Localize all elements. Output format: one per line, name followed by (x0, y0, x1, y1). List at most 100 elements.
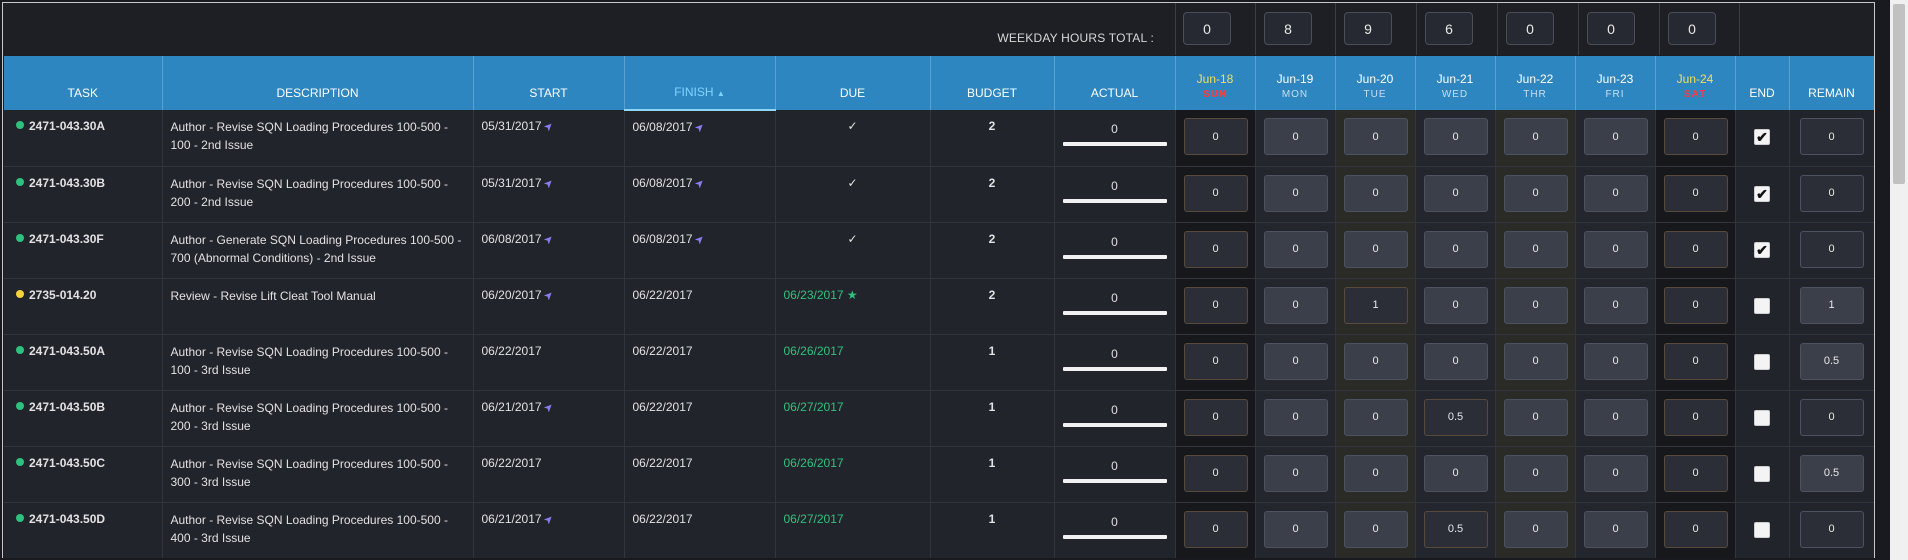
hours-input[interactable]: 0 (1503, 398, 1568, 436)
hours-input[interactable]: 0 (1663, 510, 1728, 548)
remain-input[interactable]: 0 (1799, 118, 1864, 155)
task-id[interactable]: 2471-043.50C (29, 456, 105, 470)
task-id[interactable]: 2471-043.30A (29, 119, 105, 133)
hours-input[interactable]: 1 (1343, 286, 1408, 324)
hours-input[interactable]: 0 (1183, 454, 1248, 492)
task-cell[interactable]: 2471-043.30F (4, 222, 163, 279)
column-header-task[interactable]: TASK (4, 56, 163, 110)
end-checkbox[interactable] (1754, 521, 1770, 538)
hours-input[interactable]: 0 (1263, 230, 1328, 268)
column-header-actual[interactable]: ACTUAL (1054, 56, 1176, 110)
hours-input[interactable]: 0 (1263, 454, 1328, 492)
end-checkbox[interactable] (1754, 409, 1770, 426)
hours-input[interactable]: 0 (1503, 510, 1568, 548)
hours-input[interactable]: 0 (1423, 286, 1488, 324)
column-header-finish[interactable]: FINISH ▲ (624, 56, 776, 111)
hours-input[interactable]: 0 (1423, 118, 1488, 155)
hours-input[interactable]: 0 (1663, 230, 1728, 268)
hours-input[interactable]: 0 (1183, 174, 1248, 212)
task-cell[interactable]: 2735-014.20 (4, 278, 163, 335)
hours-input[interactable]: 0 (1343, 174, 1408, 212)
hours-input[interactable]: 0 (1343, 342, 1408, 380)
task-id[interactable]: 2471-043.50B (29, 400, 105, 414)
hours-input[interactable]: 0 (1663, 118, 1728, 155)
hours-input[interactable]: 0 (1183, 118, 1248, 155)
task-id[interactable]: 2735-014.20 (29, 288, 96, 302)
hours-input[interactable]: 0 (1183, 342, 1248, 380)
hours-input[interactable]: 0 (1583, 118, 1648, 155)
hours-input[interactable]: 0 (1583, 174, 1648, 212)
hours-input[interactable]: 0 (1583, 510, 1648, 548)
task-cell[interactable]: 2471-043.30A (4, 110, 163, 167)
remain-input[interactable]: 0 (1799, 230, 1864, 268)
hours-input[interactable]: 0 (1423, 174, 1488, 212)
end-checkbox[interactable] (1754, 465, 1770, 482)
hours-input[interactable]: 0 (1263, 118, 1328, 155)
hours-input[interactable]: 0.5 (1423, 510, 1488, 548)
vertical-scrollbar[interactable] (1890, 0, 1908, 560)
hours-input[interactable]: 0 (1423, 454, 1488, 492)
hours-input[interactable]: 0 (1263, 510, 1328, 548)
hours-input[interactable]: 0 (1263, 342, 1328, 380)
column-header-remain[interactable]: REMAIN (1789, 56, 1874, 110)
hours-input[interactable]: 0 (1183, 398, 1248, 436)
hours-input[interactable]: 0 (1183, 230, 1248, 268)
hours-input[interactable]: 0 (1583, 286, 1648, 324)
task-cell[interactable]: 2471-043.50B (4, 390, 163, 447)
end-checkbox[interactable]: ✔ (1754, 129, 1770, 145)
hours-input[interactable]: 0 (1503, 174, 1568, 212)
hours-input[interactable]: 0 (1343, 118, 1408, 155)
hours-input[interactable]: 0 (1423, 342, 1488, 380)
hours-input[interactable]: 0 (1663, 342, 1728, 380)
hours-input[interactable]: 0 (1263, 398, 1328, 436)
column-header-start[interactable]: START (473, 56, 625, 110)
remain-input[interactable]: 0 (1799, 398, 1864, 436)
task-cell[interactable]: 2471-043.30B (4, 166, 163, 223)
hours-input[interactable]: 0 (1583, 398, 1648, 436)
end-checkbox[interactable] (1754, 297, 1770, 314)
end-checkbox[interactable]: ✔ (1754, 185, 1770, 202)
remain-input[interactable]: 1 (1799, 286, 1864, 324)
hours-input[interactable]: 0 (1663, 286, 1728, 324)
hours-input[interactable]: 0 (1663, 398, 1728, 436)
hours-input[interactable]: 0.5 (1423, 398, 1488, 436)
hours-input[interactable]: 0 (1263, 174, 1328, 212)
hours-input[interactable]: 0 (1343, 230, 1408, 268)
task-cell[interactable]: 2471-043.50D (4, 502, 163, 558)
remain-input[interactable]: 0.5 (1799, 454, 1864, 492)
hours-input[interactable]: 0 (1343, 398, 1408, 436)
hours-input[interactable]: 0 (1503, 230, 1568, 268)
task-cell[interactable]: 2471-043.50C (4, 446, 163, 503)
task-id[interactable]: 2471-043.30B (29, 176, 105, 190)
column-header-due[interactable]: DUE (775, 56, 931, 110)
column-header-end[interactable]: END (1735, 56, 1790, 110)
hours-input[interactable]: 0 (1503, 342, 1568, 380)
hours-input[interactable]: 0 (1583, 230, 1648, 268)
scrollbar-thumb[interactable] (1893, 4, 1905, 184)
hours-input[interactable]: 0 (1183, 510, 1248, 548)
remain-input[interactable]: 0.5 (1799, 342, 1864, 380)
hours-input[interactable]: 0 (1583, 342, 1648, 380)
hours-input[interactable]: 0 (1503, 454, 1568, 492)
column-header-budget[interactable]: BUDGET (930, 56, 1055, 110)
task-id[interactable]: 2471-043.50D (29, 512, 105, 526)
totals-separator (1497, 3, 1498, 55)
hours-input[interactable]: 0 (1183, 286, 1248, 324)
hours-input[interactable]: 0 (1263, 286, 1328, 324)
hours-input[interactable]: 0 (1503, 118, 1568, 155)
hours-input[interactable]: 0 (1663, 454, 1728, 492)
task-id[interactable]: 2471-043.50A (29, 344, 105, 358)
remain-input[interactable]: 0 (1799, 174, 1864, 212)
remain-input[interactable]: 0 (1799, 510, 1864, 548)
column-header-description[interactable]: DESCRIPTION (162, 56, 474, 110)
hours-input[interactable]: 0 (1663, 174, 1728, 212)
hours-input[interactable]: 0 (1583, 454, 1648, 492)
end-checkbox[interactable]: ✔ (1754, 241, 1770, 258)
task-cell[interactable]: 2471-043.50A (4, 334, 163, 391)
hours-input[interactable]: 0 (1423, 230, 1488, 268)
hours-input[interactable]: 0 (1503, 286, 1568, 324)
hours-input[interactable]: 0 (1343, 510, 1408, 548)
end-checkbox[interactable] (1754, 353, 1770, 370)
hours-input[interactable]: 0 (1343, 454, 1408, 492)
task-id[interactable]: 2471-043.30F (29, 232, 104, 246)
